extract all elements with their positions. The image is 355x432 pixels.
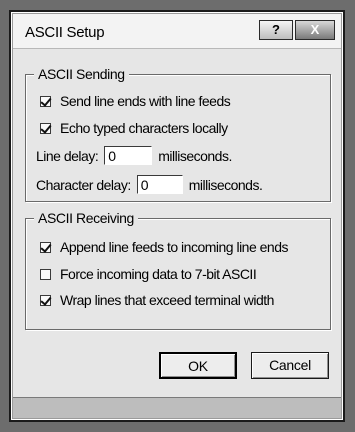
cancel-button[interactable]: Cancel bbox=[251, 352, 329, 379]
echo-typed-option[interactable]: Echo typed characters locally bbox=[40, 120, 228, 136]
window-bottom-edge bbox=[13, 397, 341, 418]
ascii-sending-title: ASCII Sending bbox=[34, 66, 129, 82]
line-delay-label: Line delay: bbox=[36, 147, 99, 164]
wrap-lines-label: Wrap lines that exceed terminal width bbox=[60, 292, 274, 308]
send-line-ends-checkbox[interactable] bbox=[40, 95, 51, 107]
force-7bit-checkbox[interactable] bbox=[40, 268, 51, 280]
ascii-sending-group: ASCII Sending Send line ends with line f… bbox=[25, 66, 331, 202]
close-icon: X bbox=[310, 22, 320, 37]
wrap-lines-checkbox[interactable] bbox=[40, 294, 51, 306]
character-delay-unit: milliseconds. bbox=[188, 176, 263, 193]
line-delay-unit: milliseconds. bbox=[158, 147, 232, 164]
line-delay-row: Line delay: 0 milliseconds. bbox=[36, 146, 232, 165]
title-bar: ASCII Setup ? X bbox=[13, 14, 341, 49]
echo-typed-checkbox[interactable] bbox=[40, 122, 51, 134]
title-bar-buttons: ? X bbox=[259, 20, 335, 40]
dialog-title: ASCII Setup bbox=[25, 24, 105, 41]
help-icon: ? bbox=[272, 22, 280, 37]
character-delay-label: Character delay: bbox=[36, 176, 131, 193]
line-delay-input[interactable]: 0 bbox=[104, 146, 153, 165]
force-7bit-label: Force incoming data to 7-bit ASCII bbox=[60, 266, 257, 282]
append-line-feeds-option[interactable]: Append line feeds to incoming line ends bbox=[40, 239, 289, 255]
character-delay-row: Character delay: 0 milliseconds. bbox=[36, 175, 263, 194]
ascii-setup-dialog: ASCII Setup ? X ASCII Sending Send line … bbox=[9, 10, 345, 422]
append-line-feeds-checkbox[interactable] bbox=[40, 241, 51, 253]
wrap-lines-option[interactable]: Wrap lines that exceed terminal width bbox=[40, 292, 274, 308]
ascii-receiving-title: ASCII Receiving bbox=[34, 210, 138, 226]
ascii-receiving-group: ASCII Receiving Append line feeds to inc… bbox=[25, 210, 331, 330]
close-button[interactable]: X bbox=[295, 20, 335, 40]
help-button[interactable]: ? bbox=[259, 20, 293, 40]
screen-background: ASCII Setup ? X ASCII Sending Send line … bbox=[0, 0, 355, 432]
echo-typed-label: Echo typed characters locally bbox=[60, 120, 228, 136]
ok-button[interactable]: OK bbox=[159, 352, 237, 379]
character-delay-input[interactable]: 0 bbox=[136, 175, 183, 194]
force-7bit-option[interactable]: Force incoming data to 7-bit ASCII bbox=[40, 266, 257, 282]
append-line-feeds-label: Append line feeds to incoming line ends bbox=[60, 239, 289, 255]
send-line-ends-label: Send line ends with line feeds bbox=[60, 93, 231, 109]
send-line-ends-option[interactable]: Send line ends with line feeds bbox=[40, 93, 231, 109]
